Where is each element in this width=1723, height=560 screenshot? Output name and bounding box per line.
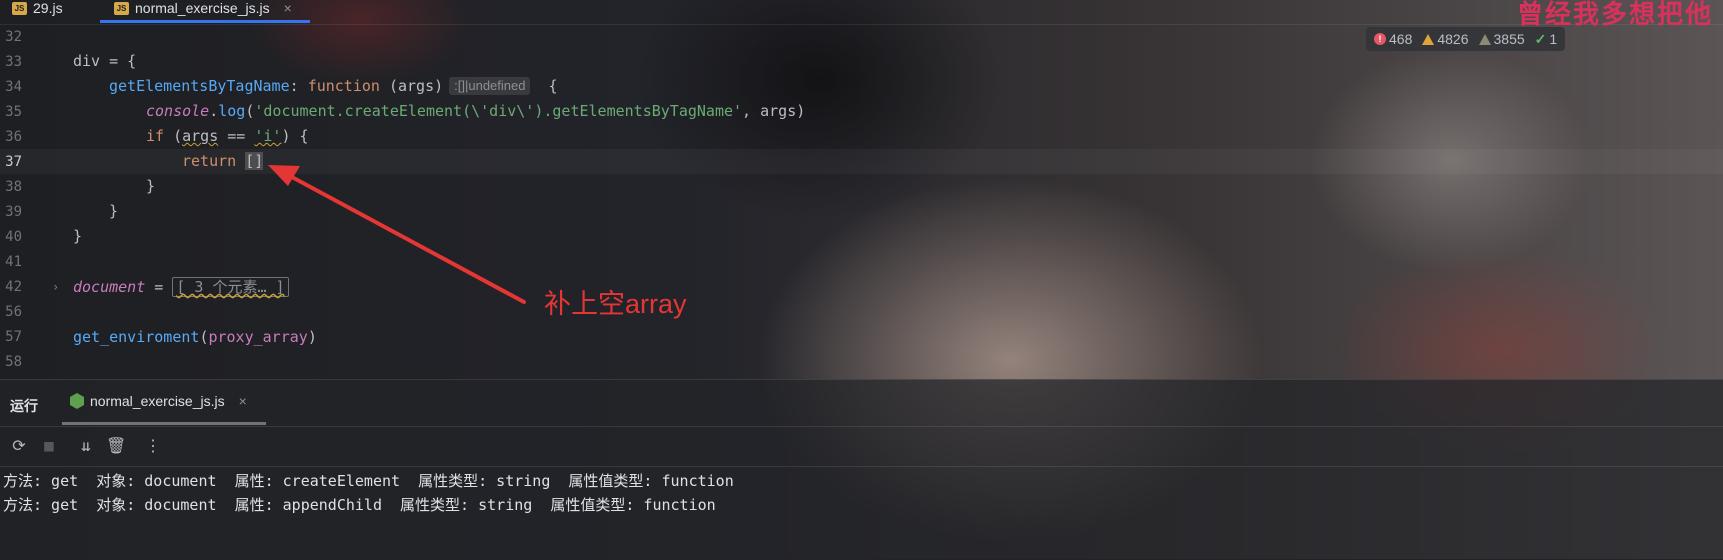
annotation-arrow (268, 165, 526, 304)
annotation-label: 补上空array (544, 289, 687, 319)
